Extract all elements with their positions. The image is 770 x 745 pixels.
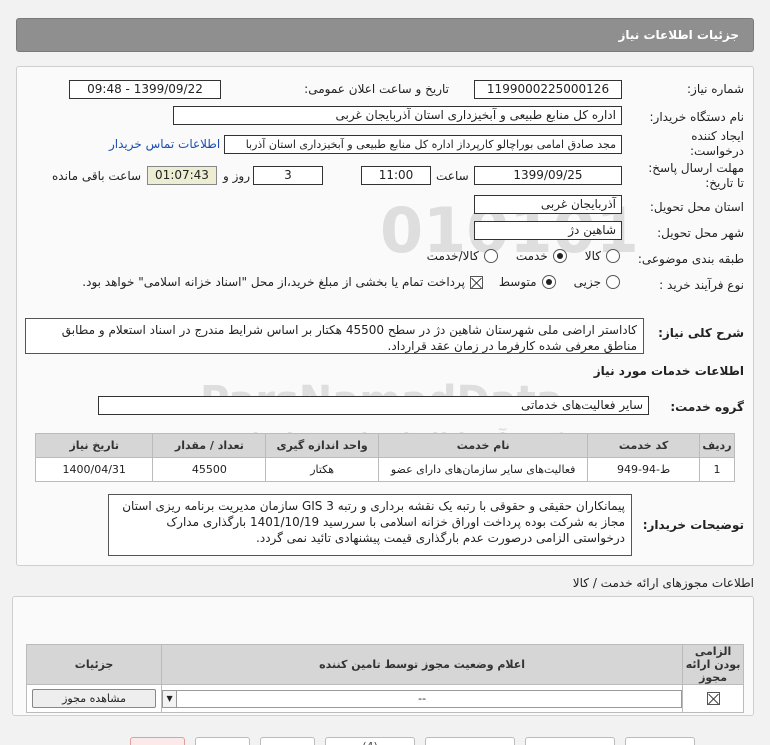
cell-unit: هکتار xyxy=(265,457,379,482)
bottom-button-1[interactable] xyxy=(130,737,185,745)
bottom-action-bar: (4) xyxy=(130,737,740,745)
cell-service-code: ط-94-949 xyxy=(587,457,700,482)
services-table-wrap: ردیف کد خدمت نام خدمت واحد اندازه گیری ت… xyxy=(34,433,736,482)
deadline-time-field: 11:00 xyxy=(361,166,431,185)
services-table-header: ردیف کد خدمت نام خدمت واحد اندازه گیری ت… xyxy=(34,433,736,458)
permits-table: الزامی بودن ارائه مجوز اعلام وضعیت مجوز … xyxy=(25,644,744,713)
cell-row-number: 1 xyxy=(698,457,736,482)
permit-status-select[interactable]: -- ▼ xyxy=(162,689,683,708)
deadline-time-label: ساعت xyxy=(436,169,469,183)
service-group-label: گروه خدمت: xyxy=(670,400,744,414)
bottom-button-7[interactable] xyxy=(625,737,695,745)
cell-permit-status: -- ▼ xyxy=(161,684,684,713)
remaining-time-field: 01:07:43 xyxy=(147,166,217,185)
permit-status-value: -- xyxy=(418,691,427,705)
cell-permit-required xyxy=(682,684,744,713)
category-option-goods[interactable]: کالا xyxy=(585,249,620,263)
payment-note: پرداخت تمام یا بخشی از مبلغ خرید،از محل … xyxy=(82,275,483,289)
category-option-service[interactable]: خدمت xyxy=(516,249,567,263)
category-options: کالا خدمت کالا/خدمت xyxy=(427,249,620,263)
col-need-date: تاریخ نیاز xyxy=(34,433,154,458)
bottom-button-4[interactable]: (4) xyxy=(325,737,415,745)
radio-checked-icon xyxy=(552,249,567,263)
radio-icon xyxy=(606,275,620,289)
page-title: جزئیات اطلاعات نیاز xyxy=(618,28,739,42)
col-service-code: کد خدمت xyxy=(587,433,700,458)
need-number-field: 1199000225000126 xyxy=(474,80,622,99)
col-quantity: تعداد / مقدار xyxy=(152,433,267,458)
purchase-option-minor[interactable]: جزیی xyxy=(574,275,620,289)
deadline-days-label: روز و xyxy=(223,169,250,183)
col-service-name: نام خدمت xyxy=(377,433,589,458)
services-section-title: اطلاعات خدمات مورد نیاز xyxy=(593,364,744,378)
purchase-type-label: نوع فرآیند خرید : xyxy=(659,278,744,292)
permit-required-checkbox-icon xyxy=(706,692,720,706)
delivery-city-label: شهر محل تحویل: xyxy=(657,226,744,240)
cell-quantity: 45500 xyxy=(152,457,267,482)
bottom-button-2[interactable] xyxy=(195,737,250,745)
radio-icon xyxy=(606,249,620,263)
cell-service-name: فعالیت‌های سایر سازمان‌های دارای عضو xyxy=(377,457,589,482)
col-row-number: ردیف xyxy=(698,433,736,458)
bottom-button-6[interactable] xyxy=(525,737,615,745)
buyer-org-label: نام دستگاه خریدار: xyxy=(649,110,745,124)
services-table: ردیف کد خدمت نام خدمت واحد اندازه گیری ت… xyxy=(34,433,736,482)
summary-text-box: کاداستر اراضی ملی شهرستان شاهین دژ در سط… xyxy=(25,318,644,354)
cell-permit-details: مشاهده مجوز xyxy=(25,684,163,713)
requester-field: مجد صادق امامی بوراچالو کارپرداز اداره ک… xyxy=(224,135,622,154)
payment-checkbox-checked-icon[interactable] xyxy=(470,275,483,289)
bottom-button-5[interactable] xyxy=(425,737,515,745)
col-permit-details: جزئیات xyxy=(25,644,163,685)
delivery-city-field: شاهین دژ xyxy=(474,221,622,240)
deadline-label-line1: مهلت ارسال پاسخ: xyxy=(648,161,744,175)
delivery-province-field: آذربایجان غربی xyxy=(474,195,622,214)
category-option-goods-service[interactable]: کالا/خدمت xyxy=(427,249,498,263)
buyer-notes-box: پیمانکاران حقیقی و حقوقی با رتبه یک نقشه… xyxy=(108,494,632,556)
permits-table-wrap: الزامی بودن ارائه مجوز اعلام وضعیت مجوز … xyxy=(25,644,744,713)
col-permit-status: اعلام وضعیت مجوز توسط تامین کننده xyxy=(161,644,684,685)
need-number-label: شماره نیاز: xyxy=(687,82,744,96)
buyer-notes-text: پیمانکاران حقیقی و حقوقی با رتبه یک نقشه… xyxy=(122,499,625,545)
permits-section-title: اطلاعات مجوزهای ارائه خدمت / کالا xyxy=(572,576,754,590)
buyer-notes-label: توضیحات خریدار: xyxy=(642,518,744,532)
deadline-date-field: 1399/09/25 xyxy=(474,166,622,185)
deadline-label-line2: تا تاریخ: xyxy=(705,176,744,190)
announce-datetime-label: تاریخ و ساعت اعلان عمومی: xyxy=(304,82,449,96)
radio-checked-icon xyxy=(541,275,556,289)
table-row: -- ▼ مشاهده مجوز xyxy=(25,684,744,713)
page-header: جزئیات اطلاعات نیاز xyxy=(16,18,754,52)
chevron-down-icon: ▼ xyxy=(163,690,178,707)
cell-need-date: 1400/04/31 xyxy=(34,457,154,482)
delivery-province-label: استان محل تحویل: xyxy=(649,200,744,214)
announce-datetime-field: 1399/09/22 - 09:48 xyxy=(69,80,221,99)
view-permit-button[interactable]: مشاهده مجوز xyxy=(32,689,157,708)
summary-text: کاداستر اراضی ملی شهرستان شاهین دژ در سط… xyxy=(61,323,637,353)
col-permit-required: الزامی بودن ارائه مجوز xyxy=(682,644,744,685)
deadline-days-field: 3 xyxy=(253,166,323,185)
summary-label: شرح کلی نیاز: xyxy=(658,326,744,340)
bottom-button-3[interactable] xyxy=(260,737,315,745)
buyer-contact-link[interactable]: اطلاعات تماس خریدار xyxy=(109,137,220,151)
permits-table-header: الزامی بودن ارائه مجوز اعلام وضعیت مجوز … xyxy=(25,644,744,685)
buyer-org-field: اداره کل منابع طبیعی و آبخیزداری استان آ… xyxy=(173,106,622,125)
purchase-option-medium[interactable]: متوسط xyxy=(499,275,556,289)
purchase-type-options: جزیی متوسط xyxy=(499,275,620,289)
requester-label-line2: درخواست: xyxy=(690,144,744,158)
col-unit: واحد اندازه گیری xyxy=(265,433,379,458)
table-row: 1 ط-94-949 فعالیت‌های سایر سازمان‌های دا… xyxy=(34,457,736,482)
service-group-field: سایر فعالیت‌های خدماتی xyxy=(98,396,649,415)
category-label: طبقه بندی موضوعی: xyxy=(637,252,744,266)
requester-label-line1: ایجاد کننده xyxy=(691,129,744,143)
radio-icon xyxy=(483,249,498,263)
remaining-time-label: ساعت باقی مانده xyxy=(52,169,142,183)
